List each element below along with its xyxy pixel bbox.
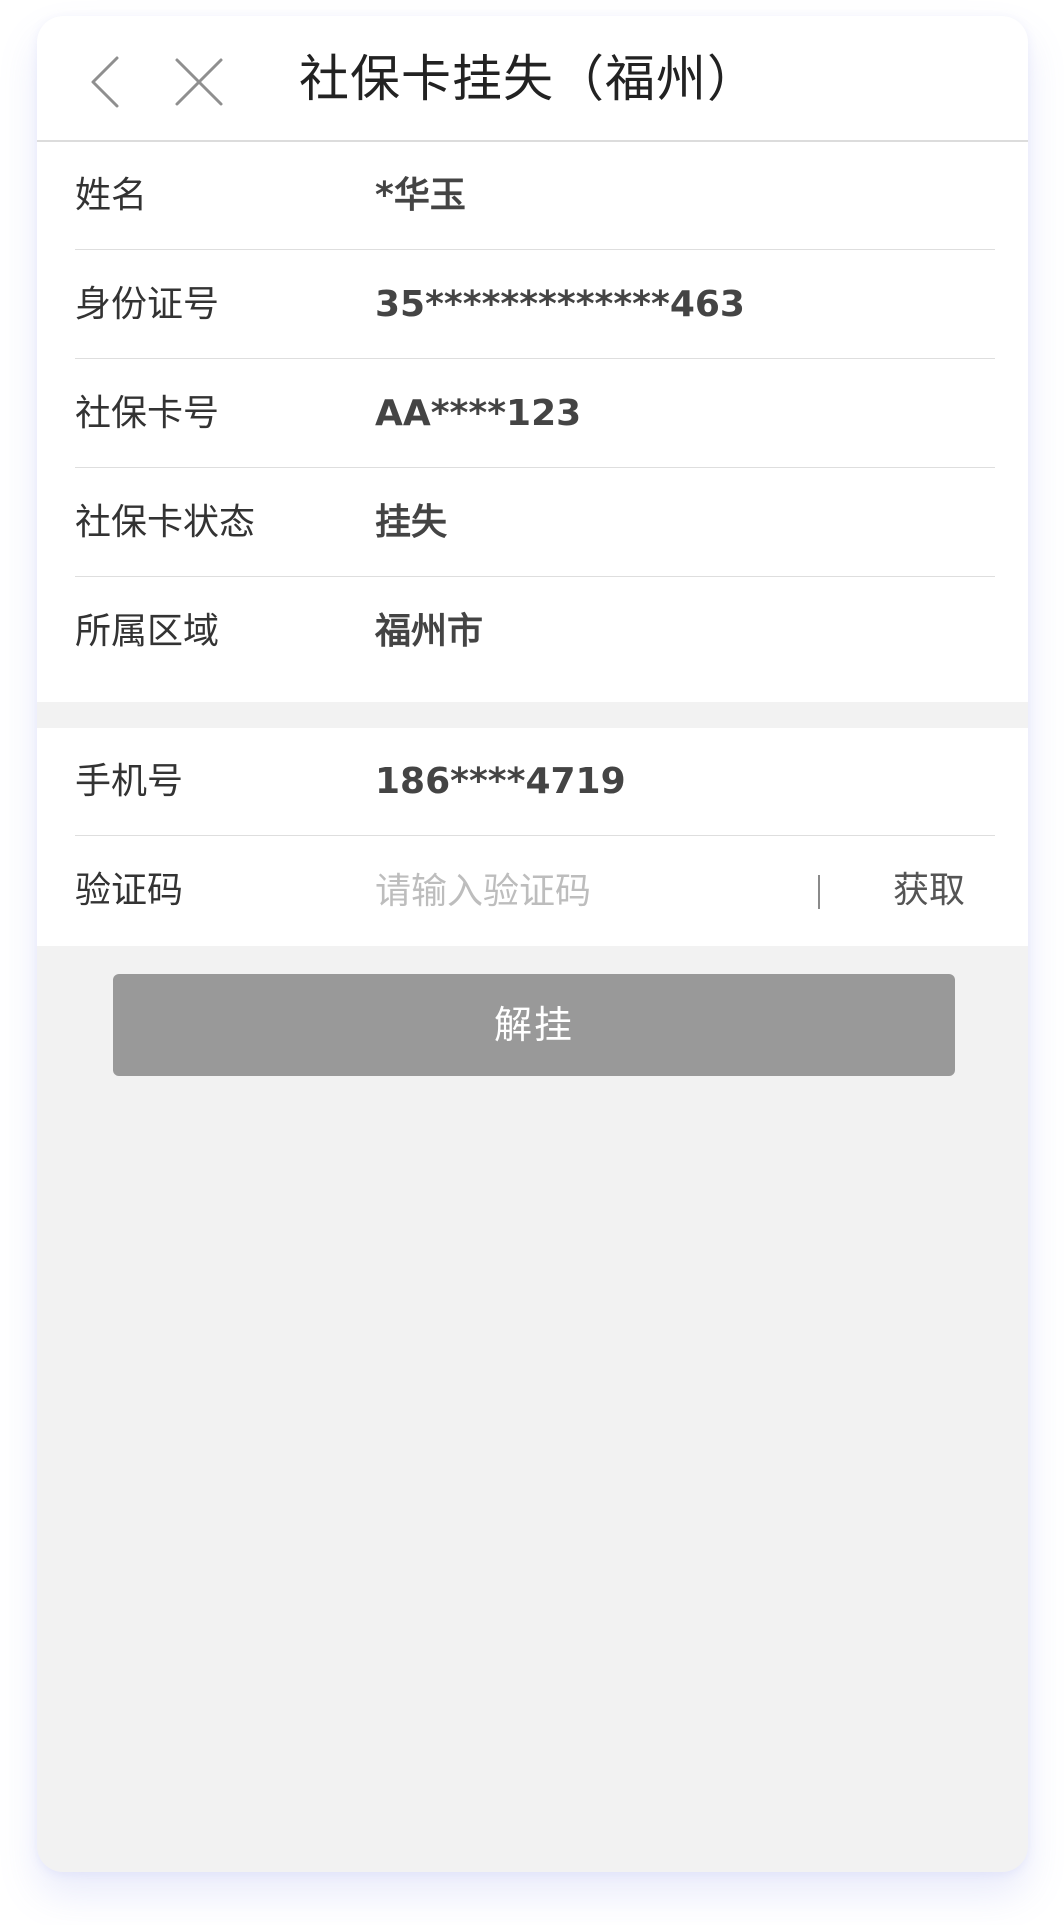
- info-row-name: 姓名 *华玉: [75, 142, 995, 250]
- card-status-value: 挂失: [375, 502, 448, 543]
- unlock-button[interactable]: 解挂: [113, 974, 955, 1076]
- get-code-button[interactable]: 获取: [893, 837, 965, 945]
- id-number-label: 身份证号: [75, 284, 220, 325]
- info-row-card-number: 社保卡号 AA****123: [75, 360, 995, 468]
- close-icon[interactable]: [163, 46, 235, 118]
- phone-label: 手机号: [75, 761, 184, 802]
- input-separator: [818, 875, 820, 909]
- page-title: 社保卡挂失（福州）: [299, 50, 758, 108]
- code-row: 验证码 获取: [75, 837, 995, 945]
- chevron-left-icon[interactable]: [73, 46, 145, 118]
- info-row-card-status: 社保卡状态 挂失: [75, 469, 995, 577]
- name-label: 姓名: [75, 175, 148, 216]
- card-number-label: 社保卡号: [75, 393, 220, 434]
- card-info-section: 姓名 *华玉 身份证号 35*************463 社保卡号 AA**…: [37, 142, 1028, 702]
- phone-row: 手机号 186****4719: [75, 728, 995, 836]
- name-value: *华玉: [375, 175, 466, 216]
- phone-value: 186****4719: [375, 761, 626, 802]
- phone-screen: 社保卡挂失（福州） 姓名 *华玉 身份证号 35*************463…: [37, 16, 1028, 1872]
- region-value: 福州市: [375, 611, 484, 652]
- region-label: 所属区域: [75, 611, 220, 652]
- verification-section: 手机号 186****4719 验证码 获取: [37, 728, 1028, 946]
- info-row-region: 所属区域 福州市: [75, 578, 995, 686]
- id-number-value: 35*************463: [375, 284, 745, 325]
- code-label: 验证码: [75, 870, 184, 911]
- card-number-value: AA****123: [375, 393, 582, 434]
- info-row-id-number: 身份证号 35*************463: [75, 251, 995, 359]
- navigation-bar: 社保卡挂失（福州）: [37, 16, 1028, 142]
- card-status-label: 社保卡状态: [75, 502, 256, 543]
- verification-code-input[interactable]: [375, 861, 755, 921]
